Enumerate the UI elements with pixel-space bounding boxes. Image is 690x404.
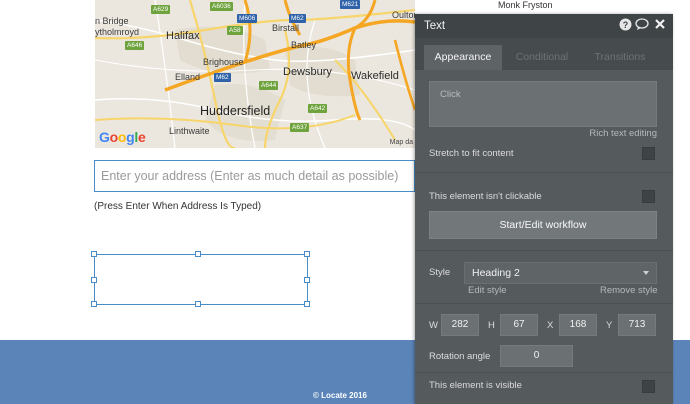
panel-title: Text <box>424 20 446 32</box>
height-input[interactable]: 67 <box>500 314 538 336</box>
tab-appearance[interactable]: Appearance <box>424 45 502 70</box>
road-shield-m606: M606 <box>237 14 258 23</box>
address-hint: (Press Enter When Address Is Typed) <box>94 201 262 212</box>
map-label-halifax: Halifax <box>166 30 200 42</box>
road-shield-a642: A642 <box>308 104 328 113</box>
map-label-mytholmroyd: ytholmroyd <box>95 27 140 37</box>
text-content-input[interactable]: Click <box>429 81 657 127</box>
map-label-monk-fryston: Monk Fryston <box>498 0 553 10</box>
map[interactable]: n Bridge ytholmroyd Halifax Birstall Bat… <box>95 0 415 148</box>
map-label-oulton: Oulton <box>392 10 415 20</box>
style-label: Style <box>429 267 451 278</box>
road-shield-m621: M621 <box>340 0 361 9</box>
panel-tabs: Appearance Conditional Transitions <box>415 38 673 70</box>
stretch-to-fit-label: Stretch to fit content <box>429 148 514 159</box>
tab-conditional[interactable]: Conditional <box>505 45 579 70</box>
google-logo: Google <box>99 129 146 145</box>
road-shield-a6036: A6036 <box>210 2 233 11</box>
map-label-elland: Elland <box>175 72 201 82</box>
road-shield-a629: A629 <box>151 5 171 14</box>
resize-handle-top[interactable] <box>195 251 201 257</box>
rotation-angle-label: Rotation angle <box>429 351 491 362</box>
chevron-down-icon <box>643 271 649 275</box>
resize-handle-right[interactable] <box>304 277 310 283</box>
y-label: Y <box>606 320 613 331</box>
resize-handle-bottom-left[interactable] <box>91 301 97 307</box>
address-input[interactable] <box>94 160 415 192</box>
map-label-birstall: Birstall <box>272 23 300 33</box>
road-shield-a637: A637 <box>290 123 310 132</box>
panel-header[interactable]: Text ? <box>415 14 673 38</box>
width-input[interactable]: 282 <box>441 314 479 336</box>
resize-handle-bottom[interactable] <box>195 301 201 307</box>
divider <box>415 372 673 373</box>
y-position-input[interactable]: 713 <box>618 314 656 336</box>
element-visible-checkbox[interactable] <box>642 380 655 393</box>
road-shield-a646: A646 <box>125 41 145 50</box>
map-data-attribution[interactable]: Map da <box>390 139 413 146</box>
x-label: X <box>547 320 554 331</box>
divider <box>415 250 673 251</box>
map-label-linthwaite: Linthwaite <box>169 126 210 136</box>
help-icon[interactable]: ? <box>618 18 632 32</box>
road-shield-a644: A644 <box>259 81 279 90</box>
element-visible-label: This element is visible <box>429 380 522 391</box>
rotation-angle-input[interactable]: 0 <box>500 345 573 367</box>
road-shield-a58: A58 <box>227 26 243 35</box>
resize-handle-left[interactable] <box>91 277 97 283</box>
road-shield-m62-top: M62 <box>289 14 306 23</box>
style-dropdown[interactable]: Heading 2 <box>464 262 657 284</box>
start-edit-workflow-button[interactable]: Start/Edit workflow <box>429 211 657 239</box>
property-editor-panel: Text ? Appearance Conditional Transition… <box>415 14 673 404</box>
map-label-huddersfield: Huddersfield <box>200 104 271 118</box>
footer-copyright: © Locate 2016 <box>313 391 367 400</box>
svg-text:?: ? <box>622 20 628 30</box>
divider <box>415 172 673 173</box>
remove-style-link[interactable]: Remove style <box>600 285 658 296</box>
width-label: W <box>429 320 438 331</box>
comment-icon[interactable] <box>635 18 649 32</box>
style-dropdown-value: Heading 2 <box>472 267 520 279</box>
map-label-batley: Batley <box>291 40 317 50</box>
height-label: H <box>488 320 495 331</box>
map-label-bridge: n Bridge <box>95 16 129 26</box>
resize-handle-top-left[interactable] <box>91 251 97 257</box>
tab-transitions[interactable]: Transitions <box>583 45 657 70</box>
selected-text-element[interactable] <box>91 251 310 307</box>
stretch-to-fit-checkbox[interactable] <box>642 147 655 160</box>
close-icon[interactable] <box>653 18 667 32</box>
rich-text-editing-link[interactable]: Rich text editing <box>589 128 657 139</box>
road-shield-m62-mid: M62 <box>214 73 231 82</box>
page: Monk Fryston n Bridge ytholmroyd Halifax… <box>0 0 690 404</box>
map-label-dewsbury: Dewsbury <box>283 66 332 78</box>
map-label-brighouse: Brighouse <box>203 57 244 67</box>
resize-handle-bottom-right[interactable] <box>304 301 310 307</box>
x-position-input[interactable]: 168 <box>559 314 597 336</box>
not-clickable-label: This element isn't clickable <box>429 191 542 202</box>
map-label-wakefield: Wakefield <box>351 70 399 82</box>
resize-handle-top-right[interactable] <box>304 251 310 257</box>
edit-style-link[interactable]: Edit style <box>468 285 507 296</box>
divider <box>415 303 673 304</box>
not-clickable-checkbox[interactable] <box>642 190 655 203</box>
